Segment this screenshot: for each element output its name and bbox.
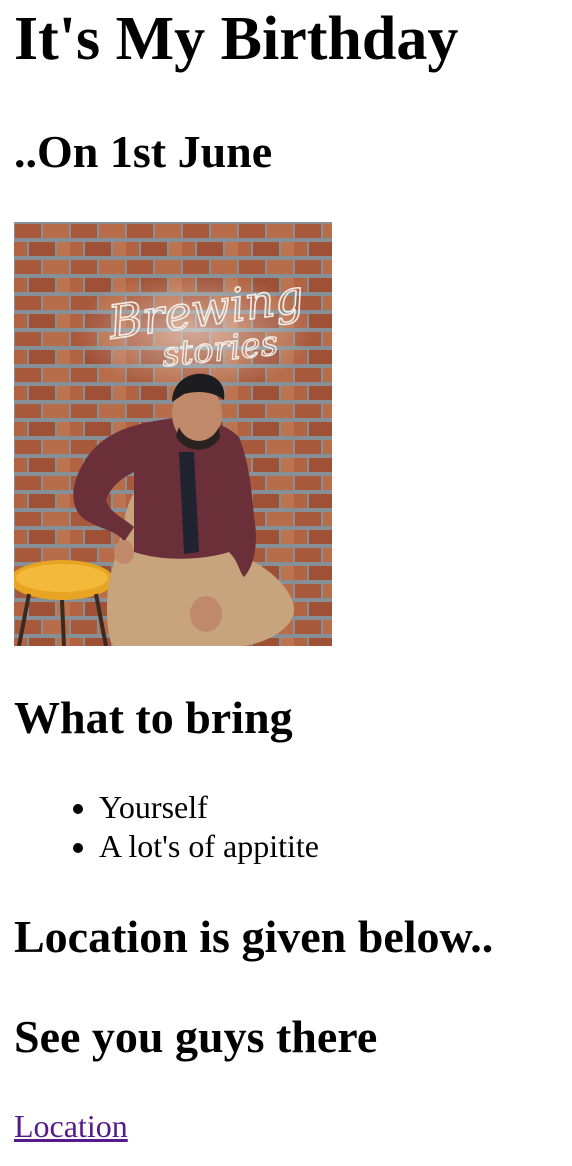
closing-heading: See you guys there [14,1011,378,1062]
list-item: Yourself [99,788,319,827]
date-subtitle: ..On 1st June [14,126,273,177]
page-title: It's My Birthday [14,5,459,73]
list-item: A lot's of appitite [99,827,319,866]
location-link[interactable]: Location [14,1106,128,1146]
birthday-photo: Brewing stories [14,222,332,646]
location-heading: Location is given below.. [14,911,494,962]
what-to-bring-heading: What to bring [14,692,293,743]
bring-list: Yourself A lot's of appitite [14,788,319,866]
